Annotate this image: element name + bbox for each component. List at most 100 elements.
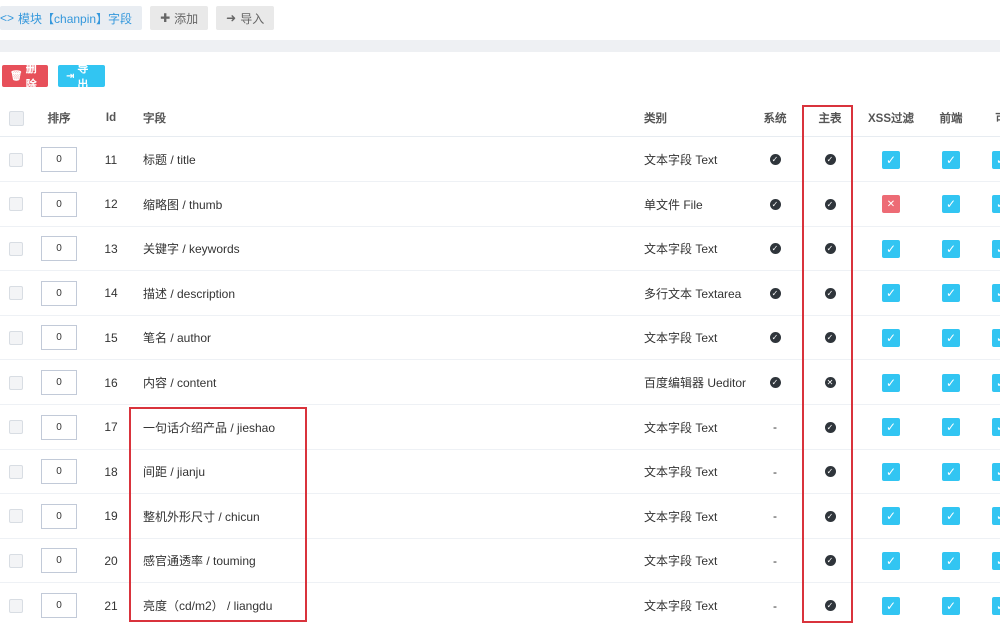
xss-toggle-on-icon[interactable]: ✓ [882,596,900,615]
field-name[interactable]: 标题 / title [143,138,613,181]
field-name[interactable]: 内容 / content [143,361,613,404]
frontend-toggle-icon[interactable]: ✓ [942,150,960,169]
frontend-toggle-icon[interactable]: ✓ [942,284,960,303]
col-id[interactable]: Id [96,100,126,136]
order-cell: 0 [41,183,77,226]
extra-toggle-icon[interactable]: ✓ [992,551,1000,570]
row-select-cell [8,584,24,625]
row-checkbox[interactable] [9,152,23,167]
system-cell: ✓ [762,316,788,359]
frontend-toggle-icon[interactable]: ✓ [942,239,960,258]
code-icon: <> [0,11,15,25]
system-empty: - [773,464,777,479]
extra-toggle-icon[interactable]: ✓ [992,418,1000,437]
extra-toggle-icon[interactable]: ✓ [992,462,1000,481]
frontend-toggle-icon[interactable]: ✓ [942,373,960,392]
field-type: 文本字段 Text [644,509,718,524]
row-checkbox[interactable] [9,330,23,345]
order-input[interactable]: 0 [41,370,77,395]
extra-cell: ✓ [986,183,1000,226]
order-cell: 0 [41,227,77,270]
row-checkbox[interactable] [9,509,23,524]
xss-toggle-on-icon[interactable]: ✓ [882,418,900,437]
system-cell: - [762,450,788,493]
row-checkbox[interactable] [9,286,23,301]
row-select-cell [8,406,24,449]
frontend-toggle-icon[interactable]: ✓ [942,551,960,570]
xss-toggle-off-icon[interactable]: ✕ [882,195,900,214]
select-all-checkbox[interactable] [8,110,24,126]
order-input[interactable]: 0 [41,280,77,306]
frontend-cell: ✓ [936,495,966,538]
xss-toggle-on-icon[interactable]: ✓ [882,150,900,169]
row-select-cell [8,495,24,538]
frontend-toggle-icon[interactable]: ✓ [942,507,960,526]
frontend-toggle-icon[interactable]: ✓ [942,462,960,481]
order-input[interactable]: 0 [41,325,77,351]
order-cell: 0 [41,584,77,625]
share-icon: ⇥ [66,70,75,82]
extra-cell: ✓ [986,406,1000,449]
row-checkbox[interactable] [9,420,23,435]
order-input[interactable]: 0 [41,503,77,529]
row-checkbox[interactable] [9,241,23,256]
extra-toggle-icon[interactable]: ✓ [992,507,1000,526]
xss-toggle-on-icon[interactable]: ✓ [882,551,900,570]
extra-toggle-icon[interactable]: ✓ [992,596,1000,615]
export-button[interactable]: ⇥ 导出 [58,63,105,91]
extra-toggle-icon[interactable]: ✓ [992,150,1000,169]
frontend-toggle-icon[interactable]: ✓ [942,418,960,437]
extra-toggle-icon[interactable]: ✓ [992,195,1000,214]
xss-toggle-on-icon[interactable]: ✓ [882,328,900,347]
frontend-cell: ✓ [936,584,966,625]
extra-toggle-icon[interactable]: ✓ [992,328,1000,347]
row-checkbox[interactable] [9,553,23,568]
order-cell: 0 [41,406,77,449]
order-input[interactable]: 0 [41,593,77,618]
xss-toggle-on-icon[interactable]: ✓ [882,239,900,258]
frontend-toggle-icon[interactable]: ✓ [942,328,960,347]
order-input[interactable]: 0 [41,414,77,440]
extra-toggle-icon[interactable]: ✓ [992,373,1000,392]
order-input[interactable]: 0 [41,548,77,574]
field-name[interactable]: 笔名 / author [143,316,613,359]
order-input[interactable]: 0 [41,191,77,217]
xss-toggle-on-icon[interactable]: ✓ [882,507,900,526]
extra-toggle-icon[interactable]: ✓ [992,284,1000,303]
xss-toggle-on-icon[interactable]: ✓ [882,373,900,392]
module-fields-tab[interactable]: <> 模块【chanpin】字段 [0,6,143,30]
id-cell: 13 [104,241,118,256]
module-tab-bar: <> 模块【chanpin】字段 ✚ 添加 ➜ 导入 [0,6,275,30]
import-tab[interactable]: ➜ 导入 [216,6,275,30]
row-checkbox[interactable] [9,464,23,479]
main-table-highlight-frame [802,105,853,623]
xss-toggle-on-icon[interactable]: ✓ [882,462,900,481]
field-name[interactable]: 描述 / description [143,272,613,315]
xss-cell: ✓ [866,495,916,538]
order-input[interactable]: 0 [41,236,77,262]
delete-button[interactable]: 🗑 删除 [2,63,48,91]
col-extra: 可 [986,100,1000,136]
extra-toggle-icon[interactable]: ✓ [992,239,1000,258]
system-cell: - [762,539,788,582]
id-cell: 19 [104,509,118,524]
add-tab[interactable]: ✚ 添加 [150,6,209,30]
field-type: 文本字段 Text [644,242,718,257]
order-input[interactable]: 0 [41,147,77,172]
xss-cell: ✓ [866,138,916,181]
row-checkbox[interactable] [9,598,23,613]
frontend-cell: ✓ [936,539,966,582]
col-field: 字段 [143,113,166,125]
field-name[interactable]: 关键字 / keywords [143,227,613,270]
col-order[interactable]: 排序 [41,100,77,136]
row-checkbox[interactable] [9,375,23,390]
row-checkbox[interactable] [9,197,23,212]
order-input[interactable]: 0 [41,459,77,485]
select-all-cell [8,100,24,136]
xss-toggle-on-icon[interactable]: ✓ [882,284,900,303]
module-fields-tab-label: 模块【chanpin】字段 [18,11,133,26]
field-name[interactable]: 缩略图 / thumb [143,183,613,226]
frontend-toggle-icon[interactable]: ✓ [942,195,960,214]
check-circle-icon: ✓ [769,198,781,210]
frontend-toggle-icon[interactable]: ✓ [942,596,960,615]
